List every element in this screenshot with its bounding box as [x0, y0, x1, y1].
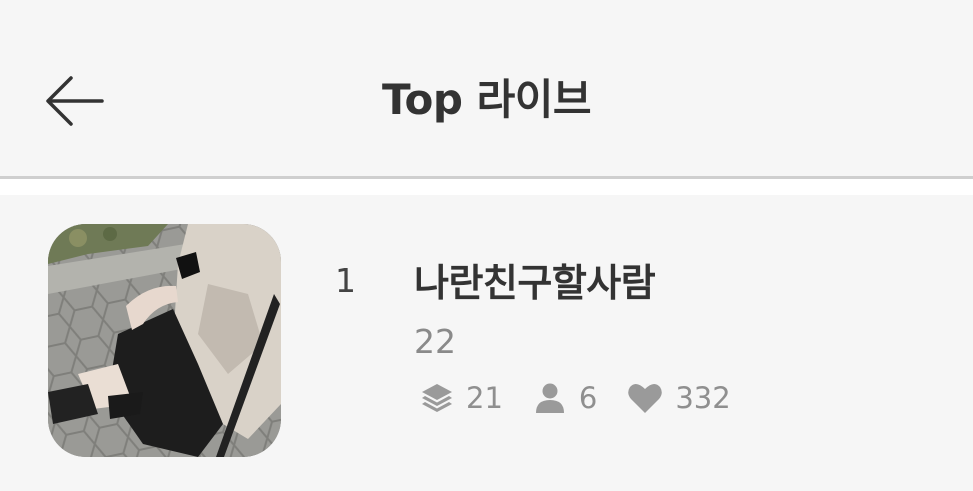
layers-count: 21 — [466, 381, 503, 415]
viewers-stat: 6 — [533, 378, 597, 418]
app-header: Top 라이브 — [0, 0, 973, 176]
live-subtitle: 22 — [414, 322, 456, 361]
layers-icon — [422, 384, 452, 412]
live-stats: 21 6 332 — [420, 378, 761, 418]
heart-icon — [628, 383, 663, 413]
live-list-item[interactable]: 1 나란친구할사람 22 21 6 332 — [0, 195, 973, 491]
live-rank: 1 — [335, 261, 356, 300]
likes-stat: 332 — [627, 378, 731, 418]
section-gap — [0, 179, 973, 195]
live-list: 1 나란친구할사람 22 21 6 332 — [0, 195, 973, 491]
likes-count: 332 — [675, 381, 731, 415]
live-thumbnail — [48, 224, 281, 457]
page-title: Top 라이브 — [381, 75, 592, 124]
viewers-count: 6 — [578, 381, 598, 415]
live-title: 나란친구할사람 — [414, 261, 656, 305]
layers-stat: 21 — [420, 378, 503, 418]
person-icon — [535, 383, 564, 413]
